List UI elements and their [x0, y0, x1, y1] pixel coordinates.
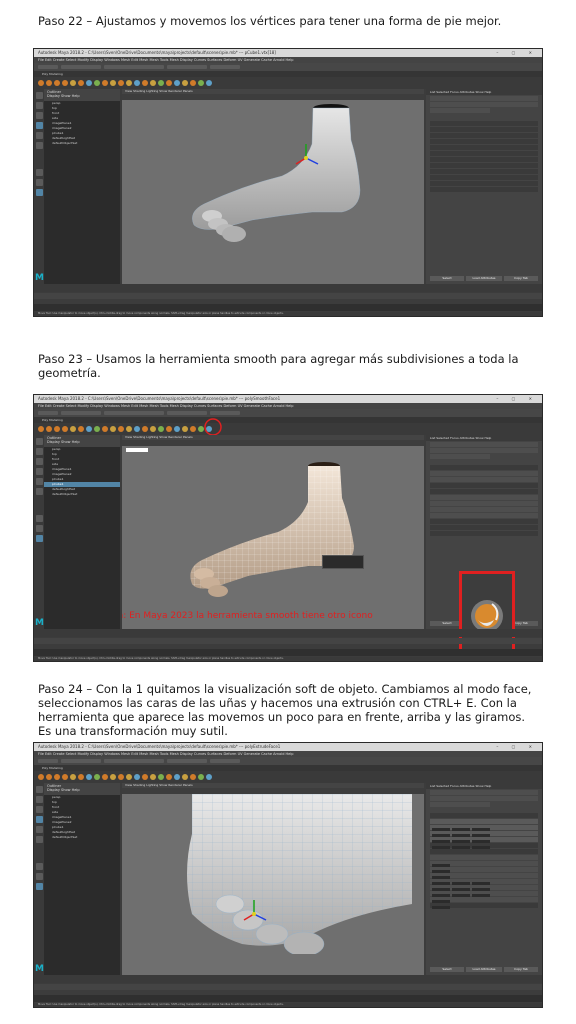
step-23-title: Paso 23 – Usamos la herramienta smooth p… [38, 352, 519, 380]
window-title: Autodesk Maya 2018.2 - C:\Users\Sven\One… [38, 50, 276, 55]
layout-icon[interactable] [35, 863, 43, 870]
load-attributes-button[interactable]: Load Attributes [466, 967, 502, 972]
range-slider[interactable] [34, 293, 542, 299]
viewport[interactable]: View Shading Lighting Show Renderer Pane… [122, 89, 424, 284]
foot-model-smoothed [190, 462, 354, 597]
outliner: Outliner Display Show Help persp top fron… [44, 783, 120, 975]
scale-tool-icon[interactable] [35, 488, 43, 495]
toolbox [34, 435, 44, 629]
outliner-item[interactable]: defaultObjectSet [44, 492, 120, 497]
toolbox [34, 89, 44, 284]
range-slider[interactable] [34, 984, 542, 990]
layout-icon[interactable] [35, 189, 43, 196]
window-title: Autodesk Maya 2018.2 - C:\Users\Sven\One… [38, 396, 281, 401]
status-line [34, 63, 542, 71]
poly-smooth-hud [322, 555, 364, 569]
scale-tool-icon[interactable] [35, 836, 43, 843]
copy-tab-button[interactable]: Copy Tab [504, 967, 538, 972]
maya-logo-icon: M [35, 618, 44, 628]
shelf-icons[interactable] [34, 77, 542, 89]
time-slider[interactable] [34, 284, 542, 292]
move-tool-icon[interactable] [35, 468, 43, 475]
foot-toes-closeup [187, 794, 412, 954]
rotate-tool-icon[interactable] [35, 478, 43, 485]
status-line [34, 409, 542, 417]
select-tool-icon[interactable] [35, 92, 43, 99]
maya-logo-icon: M [35, 273, 44, 283]
step-24-title: Paso 24 – Con la 1 quitamos la visualiza… [38, 682, 532, 738]
help-line: Move Tool: Use manipulator to move objec… [34, 1003, 542, 1007]
range-slider[interactable] [34, 638, 542, 644]
lasso-tool-icon[interactable] [35, 102, 43, 109]
move-tool-icon[interactable] [35, 122, 43, 129]
maya-logo-icon: M [35, 964, 44, 974]
shelf-icons[interactable] [34, 771, 542, 783]
layout-icon[interactable] [35, 873, 43, 880]
rotate-tool-icon[interactable] [35, 826, 43, 833]
load-attributes-button[interactable]: Load Attributes [466, 276, 502, 281]
window-title: Autodesk Maya 2018.2 - C:\Users\Sven\One… [38, 744, 281, 749]
select-tool-icon[interactable] [35, 438, 43, 445]
toolbox [34, 783, 44, 975]
viewport[interactable]: View Shading Lighting Show Renderer Pane… [122, 435, 424, 629]
maya-screenshot-step-23: Autodesk Maya 2018.2 - C:\Users\Sven\One… [33, 394, 543, 662]
layout-icon[interactable] [35, 525, 43, 532]
maya-screenshot-step-22: Autodesk Maya 2018.2 - C:\Users\Sven\One… [33, 48, 543, 317]
step-22-title: Paso 22 – Ajustamos y movemos los vértic… [38, 14, 502, 28]
select-tool-icon[interactable] [35, 786, 43, 793]
paint-tool-icon[interactable] [35, 458, 43, 465]
help-line: Move Tool: Use manipulator to move objec… [34, 312, 542, 316]
layout-icon[interactable] [35, 883, 43, 890]
layout-icon[interactable] [35, 535, 43, 542]
observation-note: Observación: En Maya 2023 la herramienta… [122, 611, 373, 621]
copy-tab-button[interactable]: Copy Tab [504, 276, 538, 281]
window-controls[interactable]: – ▢ ✕ [496, 49, 538, 57]
select-button[interactable]: Select [430, 276, 464, 281]
lasso-tool-icon[interactable] [35, 448, 43, 455]
move-tool-icon[interactable] [35, 816, 43, 823]
command-line[interactable] [34, 304, 542, 311]
attribute-editor: List Selected Focus Attributes Show Help… [426, 89, 542, 284]
outliner: Outliner Display Show Help persp top fron… [44, 435, 120, 629]
scale-tool-icon[interactable] [35, 142, 43, 149]
command-line[interactable] [34, 649, 542, 656]
window-controls[interactable]: – ▢ ✕ [496, 743, 538, 751]
layout-icon[interactable] [35, 169, 43, 176]
layout-icon[interactable] [35, 515, 43, 522]
time-slider[interactable] [34, 975, 542, 983]
outliner-item[interactable]: defaultObjectSet [44, 835, 120, 840]
status-line [34, 757, 542, 765]
rotate-tool-icon[interactable] [35, 132, 43, 139]
paint-tool-icon[interactable] [35, 806, 43, 813]
help-line: Move Tool: Use manipulator to move objec… [34, 657, 542, 661]
shelf-icons[interactable] [34, 423, 542, 435]
foot-model [192, 104, 361, 242]
command-line[interactable] [34, 995, 542, 1002]
attribute-editor: List Selected Focus Attributes Show Help… [426, 783, 542, 975]
outliner: Outliner Display Show Help persp top fron… [44, 89, 120, 284]
maya-screenshot-step-24: Autodesk Maya 2018.2 - C:\Users\Sven\One… [33, 742, 543, 1008]
viewport[interactable]: View Shading Lighting Show Renderer Pane… [122, 783, 424, 975]
layout-icon[interactable] [35, 179, 43, 186]
paint-tool-icon[interactable] [35, 112, 43, 119]
outliner-item[interactable]: defaultObjectSet [44, 141, 120, 146]
time-slider[interactable] [34, 629, 542, 637]
lasso-tool-icon[interactable] [35, 796, 43, 803]
select-button[interactable]: Select [430, 967, 464, 972]
window-controls[interactable]: – ▢ ✕ [496, 395, 538, 403]
